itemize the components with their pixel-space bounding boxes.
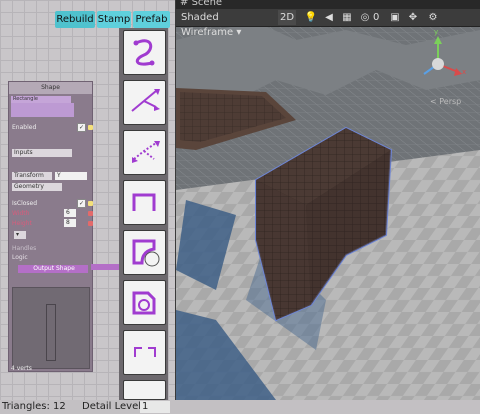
tools-icon[interactable]: ✥	[406, 11, 420, 24]
shading-mode-label: Shaded Wireframe	[181, 12, 234, 38]
graph-panel: Rebuild Stamp Prefab Shape Rectangle Ena…	[0, 0, 175, 400]
primitive-label[interactable]: Rectangle	[11, 96, 71, 103]
scene-view[interactable]: y x # Scene Shaded Wireframe ▾ 2D 💡 ◀ ▦ …	[176, 0, 480, 400]
rounded-square-icon[interactable]	[123, 230, 166, 275]
shading-mode-dropdown[interactable]: Shaded Wireframe ▾	[181, 10, 271, 38]
chevron-down-icon: ▾	[233, 27, 242, 38]
audio-icon[interactable]: ◀	[322, 11, 336, 24]
preview-rectangle	[46, 304, 56, 361]
enabled-checkbox[interactable]: ✓	[77, 123, 86, 132]
rebuild-button[interactable]: Rebuild	[55, 11, 95, 28]
scene-camera-icon[interactable]: ▣	[388, 11, 402, 24]
branch-curve-icon[interactable]	[123, 80, 166, 125]
primitive-preview-bar	[11, 103, 74, 117]
enabled-label: Enabled	[12, 124, 37, 131]
scene-tab-label: Scene	[191, 0, 223, 8]
shape-preview	[12, 287, 90, 369]
width-label: Width	[12, 210, 30, 217]
node-title[interactable]: Shape	[9, 82, 92, 94]
inputs-field[interactable]: Inputs	[12, 149, 72, 157]
corner-pieces-icon[interactable]	[123, 330, 166, 375]
isclosed-port[interactable]	[88, 201, 93, 206]
effects-icon[interactable]: ▦	[340, 11, 354, 24]
stamp-button[interactable]: Stamp	[97, 11, 131, 28]
persp-label[interactable]: < Persp	[430, 97, 461, 106]
path-corner-icon[interactable]	[123, 180, 166, 225]
visibility-icon[interactable]: ◎	[358, 11, 372, 24]
rotate-shape-icon[interactable]	[123, 280, 166, 325]
dropdown-arrow-icon[interactable]: ▾	[14, 231, 26, 239]
gizmos-icon[interactable]: ⚙	[426, 11, 440, 24]
verts-count: 4 verts	[11, 365, 32, 372]
2d-toggle-button[interactable]: 2D	[278, 10, 296, 25]
height-port[interactable]	[88, 221, 93, 226]
branch-dots-icon[interactable]	[123, 130, 166, 175]
isclosed-label: IsClosed	[12, 200, 38, 207]
enabled-port[interactable]	[88, 125, 93, 130]
isclosed-checkbox[interactable]: ✓	[77, 199, 86, 208]
scene-toolbar: Shaded Wireframe ▾ 2D 💡 ◀ ▦ ◎ 0 ▣ ✥ ⚙	[176, 9, 480, 38]
scene-tab-bar: # Scene	[176, 0, 480, 9]
svg-text:y: y	[434, 28, 438, 36]
shape-palette	[119, 28, 168, 400]
prefab-button[interactable]: Prefab	[133, 11, 170, 28]
output-shape-port[interactable]: Output Shape	[18, 265, 88, 273]
handles-label: Handles	[12, 245, 37, 252]
geometry-label: Geometry	[12, 183, 62, 191]
svg-text:x: x	[462, 68, 466, 76]
shape-tile-partial[interactable]	[123, 380, 166, 400]
transform-dropdown[interactable]: Y	[55, 172, 87, 180]
status-bar: Triangles: 12 Detail Level 1	[0, 400, 480, 414]
bezier-curve-icon[interactable]	[123, 30, 166, 75]
logic-label[interactable]: Logic	[12, 253, 28, 262]
width-input[interactable]: 6	[64, 209, 76, 217]
height-label: Height	[12, 220, 32, 227]
lighting-icon[interactable]: 💡	[304, 11, 318, 24]
grid-icon: #	[180, 0, 189, 8]
shape-node[interactable]: Shape Rectangle Enabled ✓ Inputs Transfo…	[8, 81, 93, 372]
width-port[interactable]	[88, 211, 93, 216]
detail-level-input[interactable]: 1	[140, 401, 170, 413]
scene-tab[interactable]: # Scene	[180, 0, 222, 8]
detail-level-label: Detail Level	[82, 401, 142, 412]
triangles-count: Triangles: 12	[2, 401, 66, 412]
height-input[interactable]: 8	[64, 219, 76, 227]
transform-label: Transform	[12, 172, 52, 180]
scene-viewport[interactable]: y x	[176, 0, 480, 400]
visibility-count: 0	[373, 12, 380, 23]
